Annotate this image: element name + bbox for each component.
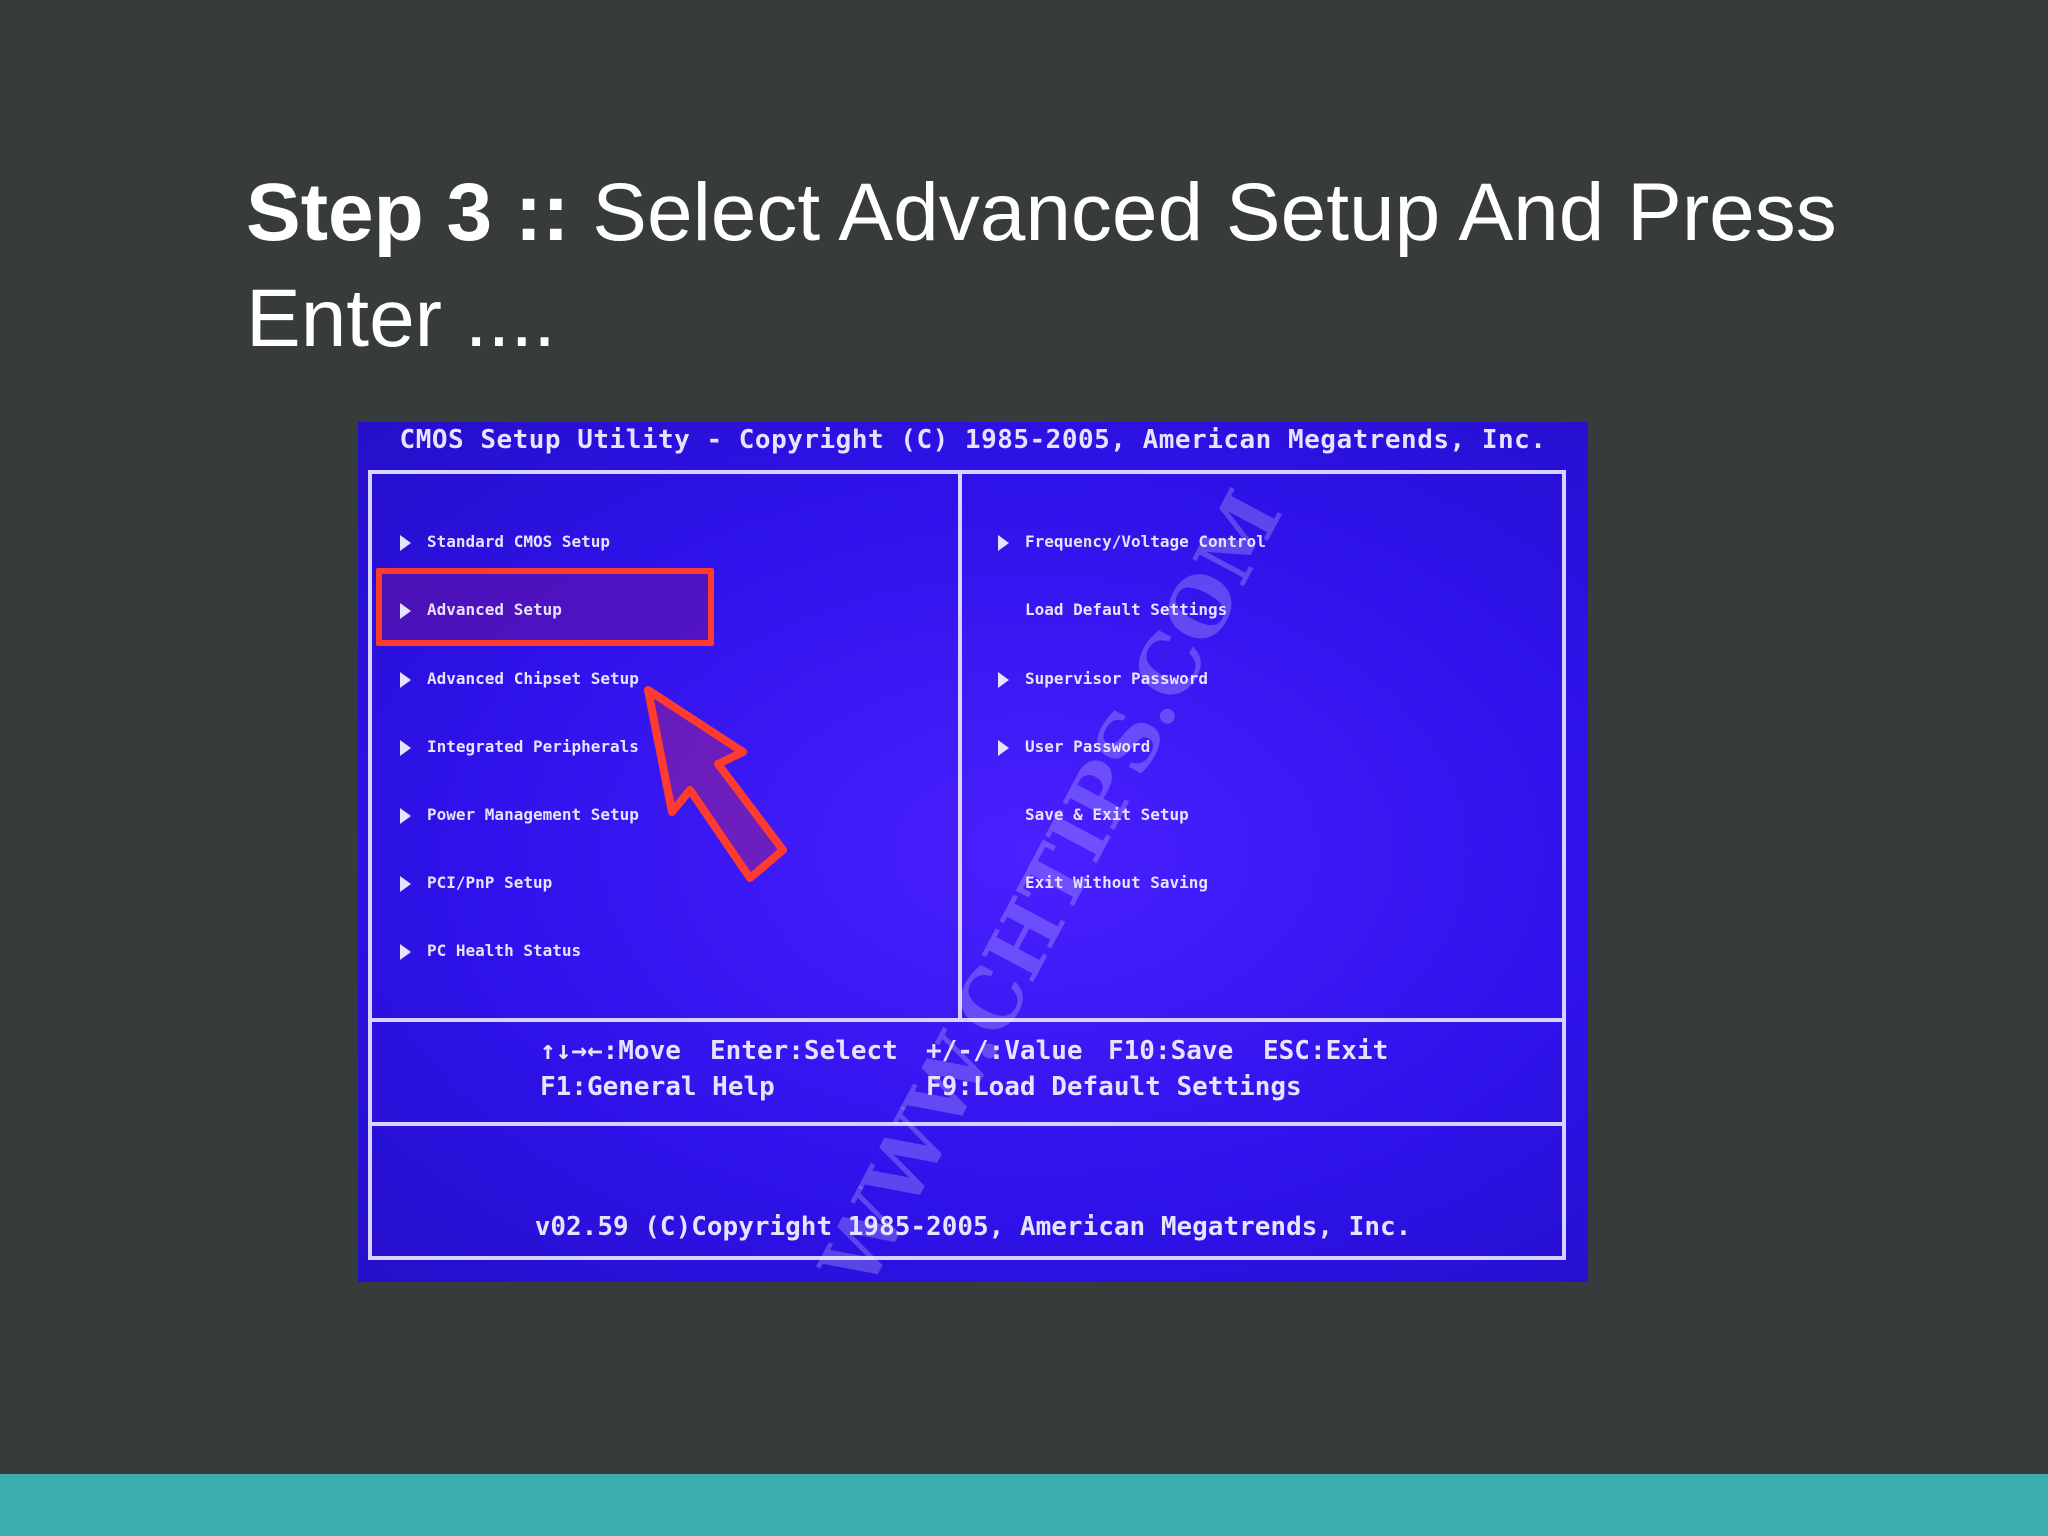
submenu-arrow-icon [998,739,1009,756]
menu-item-save-exit-setup[interactable]: Save & Exit Setup [998,795,1189,835]
help-move: ↑↓→←:Move [540,1036,681,1066]
submenu-arrow-icon [998,671,1009,688]
menu-item-integrated-peripherals[interactable]: Integrated Peripherals [400,727,639,767]
submenu-arrow-icon [400,875,411,892]
menu-item-label: Supervisor Password [1025,669,1209,688]
menu-item-exit-without-saving[interactable]: Exit Without Saving [998,863,1208,903]
menu-item-label: Save & Exit Setup [1025,805,1189,824]
slide-title: Step 3 :: Select Advanced Setup And Pres… [246,160,1846,372]
menu-item-label: Power Management Setup [427,805,639,824]
menu-item-advanced-setup[interactable]: Advanced Setup [400,590,562,630]
help-general: F1:General Help [540,1072,775,1102]
menu-item-label: Integrated Peripherals [427,737,639,756]
menu-item-label: Advanced Setup [427,600,562,619]
column-divider [958,470,962,1018]
submenu-arrow-icon [400,671,411,688]
slide-title-step: Step 3 :: [246,167,570,258]
menu-item-load-default-settings[interactable]: Load Default Settings [998,590,1227,630]
menu-item-label: PCI/PnP Setup [427,873,553,892]
menu-item-user-password[interactable]: User Password [998,727,1150,767]
menu-item-label: Advanced Chipset Setup [427,669,639,688]
help-load-defaults: F9:Load Default Settings [926,1072,1302,1102]
help-exit: ESC:Exit [1263,1036,1389,1066]
bios-screenshot: CMOS Setup Utility - Copyright (C) 1985-… [358,422,1588,1282]
help-save: F10:Save [1108,1036,1234,1066]
menu-item-label: Load Default Settings [1025,600,1228,619]
bios-footer: v02.59 (C)Copyright 1985-2005, American … [534,1212,1412,1242]
submenu-arrow-icon [998,534,1009,551]
menu-item-supervisor-password[interactable]: Supervisor Password [998,659,1208,699]
menu-item-advanced-chipset-setup[interactable]: Advanced Chipset Setup [400,659,639,699]
submenu-arrow-icon [400,807,411,824]
submenu-arrow-icon [400,943,411,960]
menu-item-label: User Password [1025,737,1151,756]
menu-item-standard-cmos-setup[interactable]: Standard CMOS Setup [400,522,610,562]
help-select: Enter:Select [710,1036,898,1066]
menu-item-pci-pnp-setup[interactable]: PCI/PnP Setup [400,863,552,903]
menu-item-power-management-setup[interactable]: Power Management Setup [400,795,639,835]
menu-item-label: Standard CMOS Setup [427,532,611,551]
help-value: +/-/:Value [926,1036,1083,1066]
bottom-accent-bar [0,1474,2048,1536]
submenu-arrow-icon [400,602,411,619]
submenu-arrow-icon [400,534,411,551]
bios-header: CMOS Setup Utility - Copyright (C) 1985-… [399,425,1547,455]
menu-item-label: Frequency/Voltage Control [1025,532,1266,551]
menu-item-label: PC Health Status [427,941,582,960]
submenu-arrow-icon [400,739,411,756]
pointer-arrow-icon [644,686,787,882]
menu-item-pc-health-status[interactable]: PC Health Status [400,931,581,971]
menu-item-frequency-voltage-control[interactable]: Frequency/Voltage Control [998,522,1266,562]
menu-item-label: Exit Without Saving [1025,873,1209,892]
